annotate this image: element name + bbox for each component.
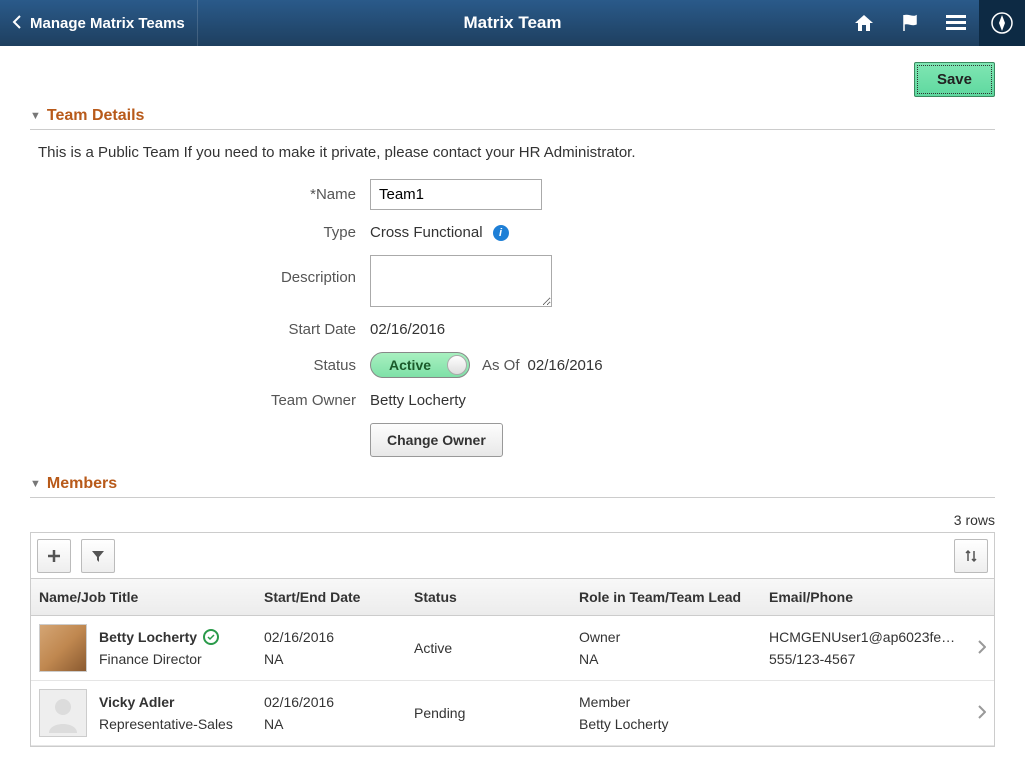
sort-button[interactable] xyxy=(954,539,988,573)
public-team-notice: This is a Public Team If you need to mak… xyxy=(38,144,995,161)
chevron-right-icon[interactable] xyxy=(964,616,994,681)
name-input[interactable] xyxy=(370,179,542,210)
description-input[interactable] xyxy=(370,255,552,307)
col-email[interactable]: Email/Phone xyxy=(761,579,964,616)
chevron-left-icon xyxy=(12,15,22,32)
compass-icon[interactable] xyxy=(979,0,1025,46)
grid-toolbar xyxy=(31,533,994,579)
page-title: Matrix Team xyxy=(464,13,562,33)
name-label: *Name xyxy=(30,186,370,203)
rows-count: 3 rows xyxy=(30,512,995,528)
save-button[interactable]: Save xyxy=(914,62,995,97)
member-name: Betty Locherty xyxy=(99,629,197,645)
status-badge-icon xyxy=(203,629,219,645)
col-name[interactable]: Name/Job Title xyxy=(31,579,256,616)
member-name: Vicky Adler xyxy=(99,694,175,710)
member-start: 02/16/2016 xyxy=(264,629,398,645)
status-toggle[interactable]: Active xyxy=(370,352,470,378)
members-grid: Name/Job Title Start/End Date Status Rol… xyxy=(30,532,995,747)
member-role: Member xyxy=(579,694,753,710)
type-value: Cross Functional xyxy=(370,224,483,241)
member-phone: 555/123-4567 xyxy=(769,651,956,667)
col-role[interactable]: Role in Team/Team Lead xyxy=(571,579,761,616)
member-lead: Betty Locherty xyxy=(579,716,753,732)
section-title: Members xyxy=(47,475,117,493)
back-button[interactable]: Manage Matrix Teams xyxy=(0,0,198,46)
member-job: Representative-Sales xyxy=(99,716,233,732)
owner-value: Betty Locherty xyxy=(370,392,466,409)
member-end: NA xyxy=(264,651,398,667)
member-lead: NA xyxy=(579,651,753,667)
start-date-value: 02/16/2016 xyxy=(370,321,445,338)
avatar xyxy=(39,624,87,672)
collapse-icon: ▼ xyxy=(30,478,41,490)
filter-button[interactable] xyxy=(81,539,115,573)
app-header: Manage Matrix Teams Matrix Team xyxy=(0,0,1025,46)
asof-label: As Of xyxy=(482,357,520,374)
back-label: Manage Matrix Teams xyxy=(30,15,185,32)
col-status[interactable]: Status xyxy=(406,579,571,616)
member-end: NA xyxy=(264,716,398,732)
owner-label: Team Owner xyxy=(30,392,370,409)
action-bar: Save xyxy=(30,56,995,107)
team-details-header[interactable]: ▼ Team Details xyxy=(30,107,995,130)
start-date-label: Start Date xyxy=(30,321,370,338)
member-status: Pending xyxy=(406,681,571,746)
section-title: Team Details xyxy=(47,107,145,125)
table-row[interactable]: Vicky Adler Representative-Sales 02/16/2… xyxy=(31,681,994,746)
description-label: Description xyxy=(30,255,370,286)
add-row-button[interactable] xyxy=(37,539,71,573)
toggle-label: Active xyxy=(389,357,431,373)
member-status: Active xyxy=(406,616,571,681)
home-icon[interactable] xyxy=(841,0,887,46)
collapse-icon: ▼ xyxy=(30,110,41,122)
change-owner-button[interactable]: Change Owner xyxy=(370,423,503,457)
member-job: Finance Director xyxy=(99,651,219,667)
member-email: HCMGENUser1@ap6023fe… xyxy=(769,629,956,645)
member-role: Owner xyxy=(579,629,753,645)
header-actions xyxy=(841,0,1025,46)
menu-icon[interactable] xyxy=(933,0,979,46)
page-content: Save ▼ Team Details This is a Public Tea… xyxy=(0,46,1025,747)
members-header[interactable]: ▼ Members xyxy=(30,475,995,498)
chevron-right-icon[interactable] xyxy=(964,681,994,746)
table-row[interactable]: Betty Locherty Finance Director 02/16/20… xyxy=(31,616,994,681)
status-label: Status xyxy=(30,357,370,374)
member-start: 02/16/2016 xyxy=(264,694,398,710)
col-date[interactable]: Start/End Date xyxy=(256,579,406,616)
asof-value: 02/16/2016 xyxy=(528,357,603,374)
info-icon[interactable]: i xyxy=(493,225,509,241)
avatar xyxy=(39,689,87,737)
flag-icon[interactable] xyxy=(887,0,933,46)
toggle-knob xyxy=(447,355,467,375)
grid-header-row: Name/Job Title Start/End Date Status Rol… xyxy=(31,579,994,616)
type-label: Type xyxy=(30,224,370,241)
